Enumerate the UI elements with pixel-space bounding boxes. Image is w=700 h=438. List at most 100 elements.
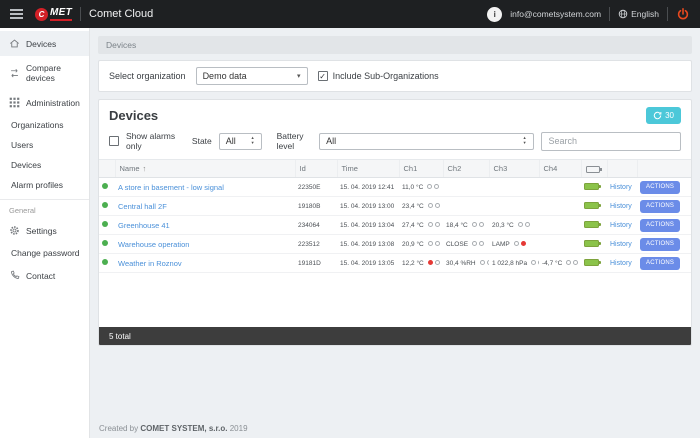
channel-cell	[489, 197, 539, 216]
channel-cell: -4,7 °C	[539, 254, 581, 273]
table-row: Central hall 2F 19180B15. 04. 2019 13:002…	[99, 197, 691, 216]
table-row: Weather in Roznov19181D15. 04. 2019 13:0…	[99, 254, 691, 273]
battery-cell	[581, 235, 607, 254]
actions-button[interactable]: ACTIONS	[640, 181, 680, 194]
sidebar-section-general: General	[0, 202, 89, 218]
sidebar-item-label: Administration	[26, 98, 80, 108]
show-alarms-only-checkbox[interactable]	[109, 136, 119, 146]
history-link[interactable]: History	[610, 241, 632, 248]
grid-icon	[9, 97, 20, 108]
channel-cell	[443, 197, 489, 216]
globe-icon	[618, 9, 628, 19]
power-icon	[676, 7, 690, 21]
sidebar-item-alarm-profiles[interactable]: Alarm profiles	[0, 175, 89, 195]
total-bar: 5 total	[99, 327, 691, 345]
alarm-dot	[487, 260, 489, 265]
name-cell: Weather in Roznov	[115, 254, 295, 273]
avatar[interactable]: i	[487, 7, 502, 22]
sidebar-item-administration[interactable]: Administration	[0, 90, 89, 115]
alarm-dot	[531, 260, 536, 265]
show-alarms-only-label: Show alarms only	[126, 131, 177, 151]
actions-cell: ACTIONS	[637, 235, 691, 254]
sidebar-item-devices[interactable]: Devices	[0, 31, 89, 56]
logo-c-icon: C	[35, 8, 48, 21]
name-column-header[interactable]: Name↑	[115, 160, 295, 178]
sidebar-item-users[interactable]: Users	[0, 135, 89, 155]
history-link[interactable]: History	[610, 222, 632, 229]
sidebar: Devices Compare devices Administration O…	[0, 28, 90, 438]
actions-cell: ACTIONS	[637, 178, 691, 197]
status-column-header	[99, 160, 115, 178]
name-cell: A store in basement - low signal	[115, 178, 295, 197]
status-cell	[99, 178, 115, 197]
history-cell: History	[607, 178, 637, 197]
alarm-dot	[428, 241, 433, 246]
status-cell	[99, 216, 115, 235]
history-link[interactable]: History	[610, 260, 632, 267]
actions-button[interactable]: ACTIONS	[640, 257, 680, 270]
name-cell: Greenhouse 41	[115, 216, 295, 235]
company-name: COMET SYSTEM, s.r.o.	[140, 424, 227, 433]
sidebar-item-organizations[interactable]: Organizations	[0, 115, 89, 135]
sidebar-item-compare-devices[interactable]: Compare devices	[0, 56, 89, 90]
alarm-dot	[428, 222, 433, 227]
state-select-value: All	[226, 136, 236, 146]
organization-select[interactable]: Demo data ▾	[196, 67, 308, 85]
actions-button[interactable]: ACTIONS	[640, 219, 680, 232]
language-selector[interactable]: English	[618, 9, 659, 19]
alarm-dot	[472, 222, 477, 227]
topbar-divider	[80, 7, 81, 21]
time-cell: 15. 04. 2019 13:00	[337, 197, 399, 216]
status-cell	[99, 254, 115, 273]
history-link[interactable]: History	[610, 184, 632, 191]
battery-cell	[581, 254, 607, 273]
sidebar-item-contact[interactable]: Contact	[0, 263, 89, 288]
device-link[interactable]: Greenhouse 41	[118, 221, 170, 230]
table-header-row: Name↑ Id Time Ch1 Ch2 Ch3 Ch4	[99, 160, 691, 178]
alarm-dot	[538, 260, 539, 265]
time-cell: 15. 04. 2019 13:05	[337, 254, 399, 273]
history-cell: History	[607, 254, 637, 273]
sidebar-item-label: Settings	[26, 226, 57, 236]
device-link[interactable]: Weather in Roznov	[118, 259, 182, 268]
sidebar-item-change-password[interactable]: Change password	[0, 243, 89, 263]
state-select[interactable]: All ▲▼	[219, 133, 262, 150]
time-cell: 15. 04. 2019 13:04	[337, 216, 399, 235]
device-link[interactable]: Central hall 2F	[118, 202, 167, 211]
devices-icon	[9, 38, 20, 49]
menu-icon[interactable]	[10, 9, 23, 19]
sidebar-item-settings[interactable]: Settings	[0, 218, 89, 243]
channel-cell	[539, 216, 581, 235]
status-dot	[102, 221, 108, 227]
channel-cell	[489, 178, 539, 197]
sidebar-item-admin-devices[interactable]: Devices	[0, 155, 89, 175]
actions-button[interactable]: ACTIONS	[640, 200, 680, 213]
device-link[interactable]: A store in basement - low signal	[118, 183, 224, 192]
table-spacer	[99, 273, 691, 327]
include-sub-organizations-checkbox[interactable]: ✓	[318, 71, 328, 81]
channel-cell: 12,2 °C	[399, 254, 443, 273]
battery-cell	[581, 178, 607, 197]
sidebar-divider	[0, 199, 89, 200]
device-link[interactable]: Warehouse operation	[118, 240, 189, 249]
channel-cell: 23,4 °C	[399, 197, 443, 216]
status-dot	[102, 202, 108, 208]
logout-button[interactable]	[676, 7, 690, 21]
history-link[interactable]: History	[610, 203, 632, 210]
search-input[interactable]	[541, 132, 681, 151]
actions-button[interactable]: ACTIONS	[640, 238, 680, 251]
battery-level-select[interactable]: All ▲▼	[319, 133, 533, 150]
sort-asc-icon: ↑	[143, 164, 147, 173]
alarm-dot	[480, 260, 485, 265]
id-cell: 19180B	[295, 197, 337, 216]
breadcrumb: Devices	[98, 36, 692, 54]
history-cell: History	[607, 216, 637, 235]
alarm-dot	[472, 241, 477, 246]
status-dot	[102, 259, 108, 265]
user-email[interactable]: info@cometsystem.com	[510, 9, 601, 19]
ch3-column-header: Ch3	[489, 160, 539, 178]
logo-text: MET	[50, 7, 72, 21]
refresh-button[interactable]: 30	[646, 107, 681, 124]
alarm-dot	[435, 222, 440, 227]
comet-logo: C MET	[35, 7, 72, 21]
